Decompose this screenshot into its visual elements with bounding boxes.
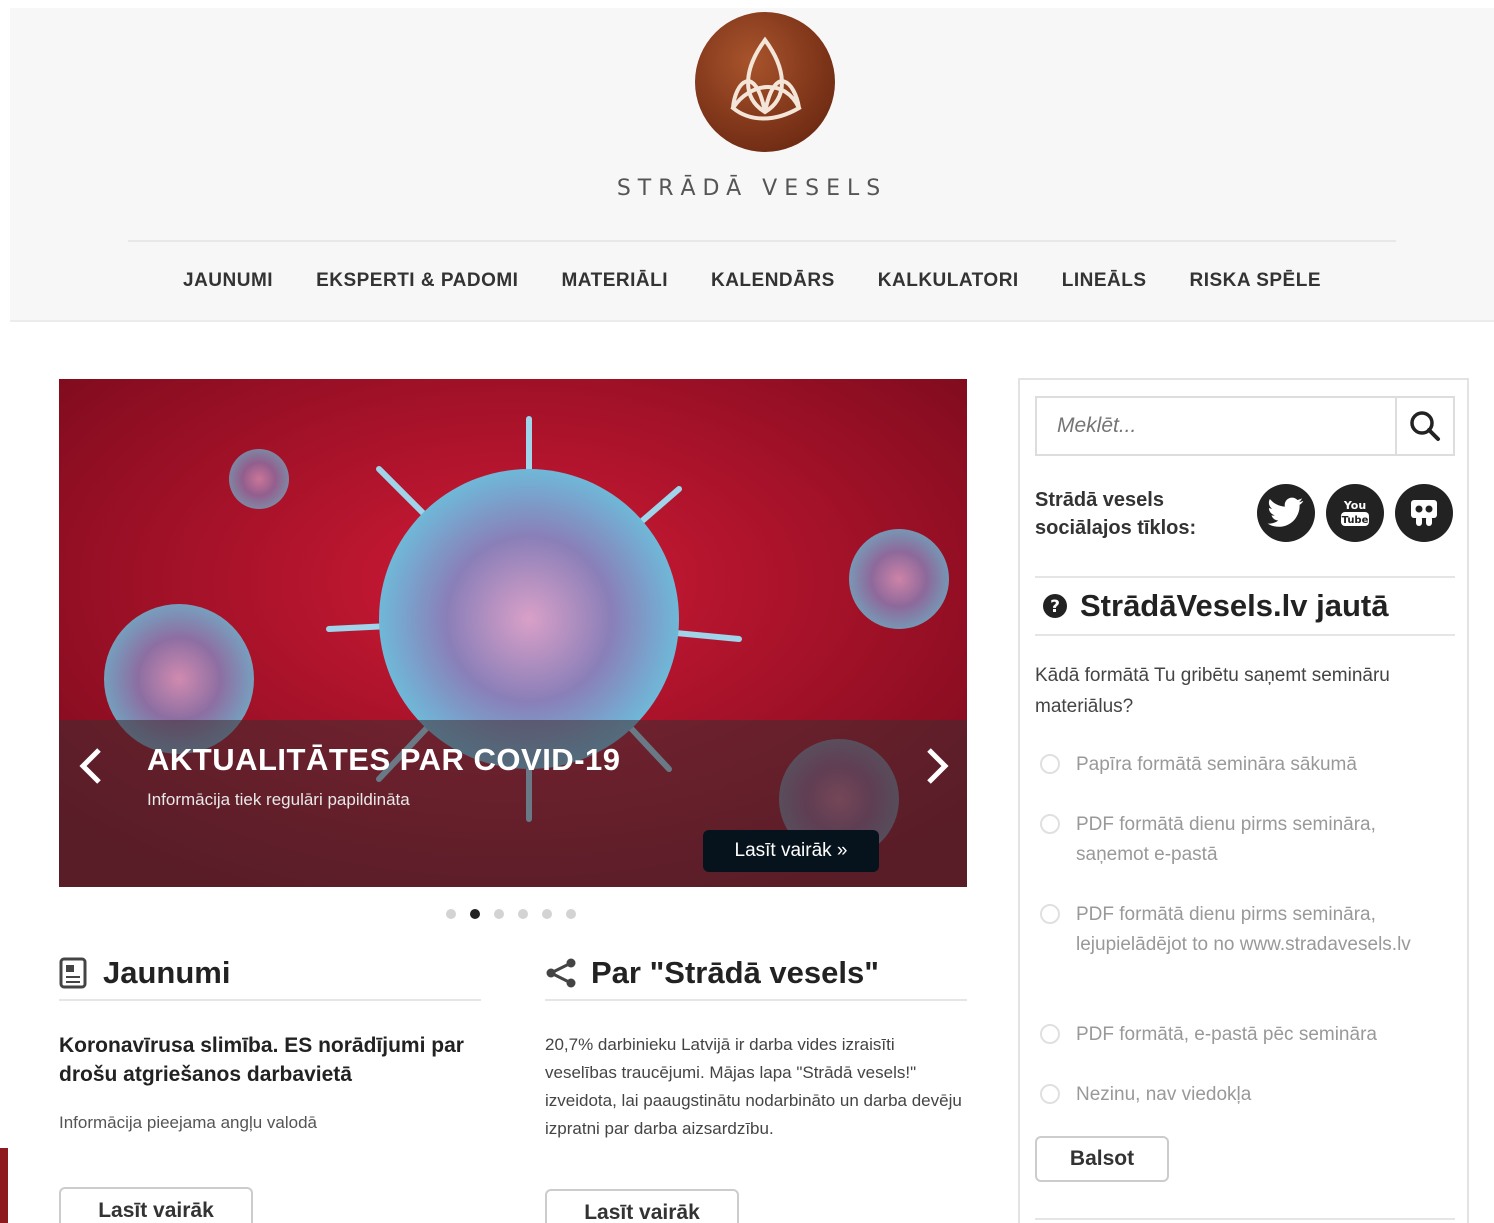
triquetra-logo-icon (730, 36, 802, 121)
poll-option[interactable]: Nezinu, nav viedokļa (1040, 1080, 1436, 1110)
youtube-icon[interactable]: You Tube (1326, 484, 1384, 542)
prev-slide-arrow-icon[interactable] (73, 746, 109, 786)
radio-button[interactable] (1040, 904, 1060, 924)
slider-dot[interactable] (446, 909, 456, 919)
search-button[interactable] (1395, 398, 1453, 454)
slider-dot[interactable] (494, 909, 504, 919)
slideshare-icon[interactable] (1395, 484, 1453, 542)
radio-button[interactable] (1040, 1024, 1060, 1044)
about-read-more-button[interactable]: Lasīt vairāk (545, 1189, 739, 1223)
slider-dot[interactable] (542, 909, 552, 919)
nav-item-materiali[interactable]: MATERIĀLI (561, 270, 668, 292)
search-icon (1410, 411, 1440, 441)
news-heading: Jaunumi (103, 955, 231, 990)
news-info: Informācija pieejama angļu valodā (59, 1113, 317, 1132)
svg-text:You: You (1343, 499, 1366, 512)
news-section: Jaunumi Koronavīrusa slimība. ES norādīj… (59, 955, 481, 1133)
search-input[interactable] (1037, 398, 1395, 454)
svg-text:Tube: Tube (1342, 515, 1369, 526)
edge-widget (0, 1148, 8, 1223)
news-headline[interactable]: Koronavīrusa slimība. ES norādījumi par … (59, 1031, 469, 1089)
slide-subtitle: Informācija tiek regulāri papildināta (147, 790, 410, 809)
twitter-icon[interactable] (1257, 484, 1315, 542)
svg-text:?: ? (1050, 597, 1060, 617)
nav-item-jaunumi[interactable]: JAUNUMI (183, 270, 273, 292)
main-nav: JAUNUMI EKSPERTI & PADOMI MATERIĀLI KALE… (10, 270, 1494, 292)
news-read-more-button[interactable]: Lasīt vairāk (59, 1187, 253, 1223)
nav-item-eksperti[interactable]: EKSPERTI & PADOMI (316, 270, 518, 292)
poll-title: ? StrādāVesels.lv jautā (1042, 588, 1388, 624)
about-heading: Par "Strādā vesels" (591, 955, 879, 990)
vote-button[interactable]: Balsot (1035, 1136, 1169, 1182)
nav-divider (128, 240, 1396, 242)
newspaper-icon (59, 957, 87, 989)
nav-item-linealis[interactable]: LINEĀLS (1062, 270, 1147, 292)
slider-dots (446, 909, 576, 919)
nav-item-riska-spele[interactable]: RISKA SPĒLE (1190, 270, 1322, 292)
hero-slider: AKTUALITĀTES PAR COVID-19 Informācija ti… (59, 379, 967, 887)
slider-dot[interactable] (470, 909, 480, 919)
about-text: 20,7% darbinieku Latvijā ir darba vides … (545, 1035, 962, 1138)
slide-title: AKTUALITĀTES PAR COVID-19 (147, 742, 621, 777)
slider-dot[interactable] (518, 909, 528, 919)
poll-option[interactable]: Papīra formātā semināra sākumā (1040, 750, 1436, 780)
radio-button[interactable] (1040, 754, 1060, 774)
share-icon (546, 958, 576, 988)
logo[interactable] (695, 12, 835, 152)
radio-button[interactable] (1040, 1084, 1060, 1104)
nav-item-kalkulatori[interactable]: KALKULATORI (878, 270, 1019, 292)
next-slide-arrow-icon[interactable] (919, 746, 955, 786)
slide-caption: AKTUALITĀTES PAR COVID-19 Informācija ti… (59, 720, 967, 887)
brand-name: STRĀDĀ VESELS (616, 176, 888, 201)
poll-option[interactable]: PDF formātā dienu pirms semināra, lejupi… (1040, 900, 1436, 960)
slide-read-more-button[interactable]: Lasīt vairāk » (703, 830, 879, 872)
slider-dot[interactable] (566, 909, 576, 919)
poll-question: Kādā formātā Tu gribētu saņemt semināru … (1035, 665, 1390, 717)
poll-option[interactable]: PDF formātā, e-pastā pēc semināra (1040, 1020, 1436, 1050)
about-section: Par "Strādā vesels" 20,7% darbinieku Lat… (545, 955, 967, 1143)
social-label: Strādā vesels sociālajos tīklos: (1035, 489, 1197, 539)
poll-option[interactable]: PDF formātā dienu pirms semināra, saņemo… (1040, 810, 1436, 870)
site-header: STRĀDĀ VESELS JAUNUMI EKSPERTI & PADOMI … (10, 8, 1494, 322)
search-box (1035, 396, 1455, 456)
sidebar: Strādā vesels sociālajos tīklos: You Tub… (1018, 378, 1469, 1223)
question-circle-icon: ? (1043, 594, 1067, 618)
nav-item-kalendars[interactable]: KALENDĀRS (711, 270, 835, 292)
radio-button[interactable] (1040, 814, 1060, 834)
